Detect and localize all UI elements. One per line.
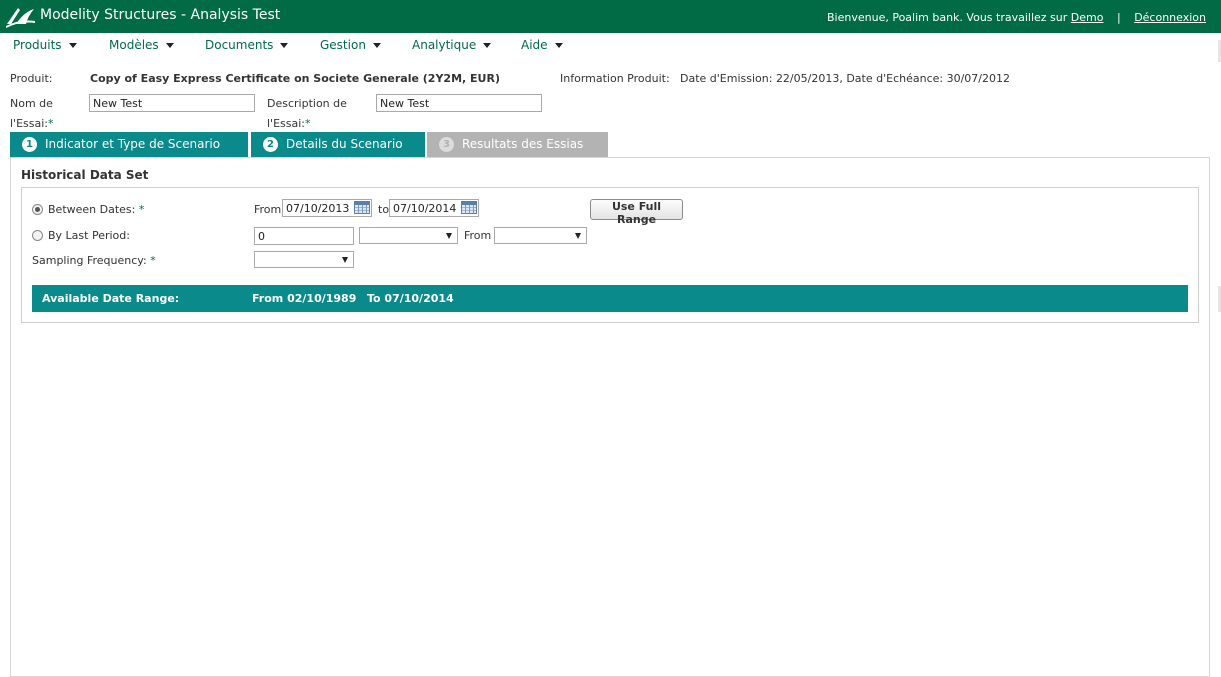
required-marker: *	[138, 203, 145, 216]
label-text: l'Essai:	[267, 117, 305, 130]
test-name-input[interactable]	[89, 94, 255, 112]
sampling-frequency-select[interactable]	[254, 251, 354, 268]
by-last-period-radio[interactable]	[32, 230, 43, 241]
sampling-frequency-label: Sampling Frequency: *	[32, 254, 156, 267]
between-dates-label: Between Dates: *	[48, 203, 144, 216]
test-description-input[interactable]	[376, 94, 542, 112]
step-number-badge: 1	[22, 137, 37, 152]
caret-down-icon	[280, 43, 289, 48]
period-unit-select[interactable]	[359, 227, 458, 244]
product-label: Produit:	[10, 72, 53, 85]
dropdown-arrow-icon	[446, 233, 452, 239]
welcome-text: Bienvenue, Poalim bank. Vous travaillez …	[827, 11, 1068, 24]
use-full-range-button[interactable]: Use Full Range	[590, 199, 683, 226]
menu-modeles[interactable]: Modèles	[109, 38, 174, 52]
menu-analytique[interactable]: Analytique	[412, 38, 492, 52]
menu-label: Analytique	[412, 38, 477, 52]
step-number-badge: 2	[263, 137, 278, 152]
section-title: Historical Data Set	[21, 168, 149, 182]
period-from-select[interactable]	[494, 227, 587, 244]
user-bar: Bienvenue, Poalim bank. Vous travaillez …	[827, 11, 1206, 24]
between-dates-radio[interactable]	[32, 204, 43, 215]
menu-label: Gestion	[320, 38, 366, 52]
header-separator: |	[1116, 11, 1121, 24]
app-title: Modelity Structures - Analysis Test	[40, 7, 281, 23]
caret-down-icon	[68, 43, 77, 48]
required-marker: *	[150, 254, 156, 267]
environment-link[interactable]: Demo	[1071, 11, 1104, 24]
tab-label: Indicator et Type de Scenario	[45, 137, 221, 151]
available-range-from: From 02/10/1989	[252, 292, 357, 305]
test-name-label-line2: l'Essai:*	[10, 117, 54, 130]
to-label: to	[378, 203, 390, 216]
product-name: Copy of Easy Express Certificate on Soci…	[90, 72, 500, 85]
product-info-value: Date d'Emission: 22/05/2013, Date d'Eché…	[680, 72, 1010, 85]
label-text: Between Dates:	[48, 203, 136, 216]
by-last-period-label: By Last Period:	[48, 229, 130, 242]
label-text: Sampling Frequency:	[32, 254, 147, 267]
caret-down-icon	[372, 43, 381, 48]
menu-produits[interactable]: Produits	[13, 38, 77, 52]
tab-details-scenario[interactable]: 2 Details du Scenario	[251, 132, 425, 157]
period-from-label: From	[464, 229, 492, 242]
menu-label: Modèles	[109, 38, 159, 52]
test-description-label-line2: l'Essai:*	[267, 117, 311, 130]
test-description-label: Description de	[267, 97, 347, 110]
menu-label: Produits	[13, 38, 62, 52]
logout-link[interactable]: Déconnexion	[1134, 11, 1206, 24]
app-header: Modelity Structures - Analysis Test Bien…	[0, 0, 1221, 33]
tab-indicator-type-scenario[interactable]: 1 Indicator et Type de Scenario	[10, 132, 248, 157]
label-text: l'Essai:	[10, 117, 48, 130]
test-name-label: Nom de	[10, 97, 53, 110]
caret-down-icon	[165, 43, 174, 48]
calendar-icon[interactable]	[354, 201, 370, 214]
required-marker: *	[305, 117, 311, 130]
last-period-input[interactable]	[254, 227, 354, 245]
required-marker: *	[48, 117, 54, 130]
tab-resultats-essais[interactable]: 3 Resultats des Essias	[427, 132, 608, 157]
product-info-label: Information Produit:	[560, 72, 670, 85]
menu-aide[interactable]: Aide	[521, 38, 563, 52]
tab-label: Resultats des Essias	[462, 137, 584, 151]
available-range-label: Available Date Range:	[42, 292, 180, 305]
caret-down-icon	[554, 43, 563, 48]
menu-documents[interactable]: Documents	[205, 38, 289, 52]
menu-label: Aide	[521, 38, 548, 52]
menu-label: Documents	[205, 38, 274, 52]
main-menu: Produits Modèles Documents Gestion Analy…	[0, 33, 1221, 61]
step-number-badge: 3	[439, 137, 454, 152]
calendar-icon[interactable]	[461, 201, 477, 214]
menu-gestion[interactable]: Gestion	[320, 38, 381, 52]
available-range-to: To 07/10/2014	[367, 292, 454, 305]
caret-down-icon	[483, 43, 492, 48]
dropdown-arrow-icon	[575, 233, 581, 239]
from-label: From	[254, 203, 282, 216]
tab-label: Details du Scenario	[286, 137, 403, 151]
dropdown-arrow-icon	[342, 257, 348, 263]
credit-agricole-logo	[6, 8, 35, 28]
available-date-range-bar: Available Date Range: From 02/10/1989 To…	[32, 285, 1188, 312]
